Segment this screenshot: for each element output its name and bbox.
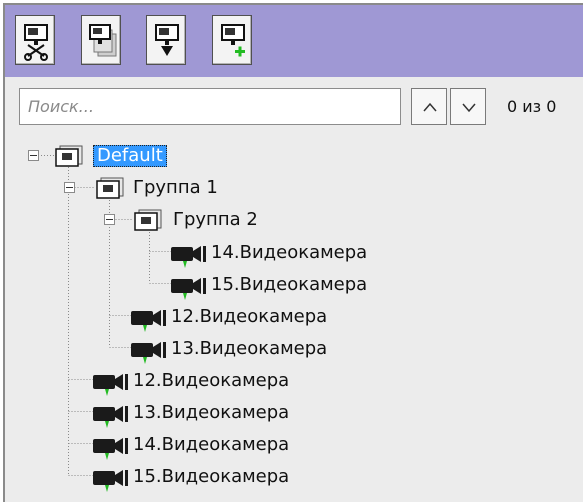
tree-node-label[interactable]: 12.Видеокамера bbox=[133, 370, 289, 392]
video-camera-icon bbox=[93, 470, 128, 492]
search-match-counter: 0 из 0 bbox=[507, 97, 557, 116]
tree-node-label[interactable]: 14.Видеокамера bbox=[211, 242, 367, 264]
search-prev-button[interactable] bbox=[411, 88, 447, 125]
tree-node-label[interactable]: 13.Видеокамера bbox=[133, 402, 289, 424]
video-camera-icon bbox=[93, 438, 128, 460]
tree-node-camera[interactable]: 14.Видеокамера bbox=[169, 239, 429, 269]
camera-cut-icon bbox=[24, 24, 48, 61]
copy-camera-button[interactable] bbox=[81, 15, 121, 65]
tree-node-label[interactable]: Группа 1 bbox=[133, 177, 218, 199]
collapse-toggle[interactable] bbox=[28, 150, 39, 161]
collapse-toggle[interactable] bbox=[104, 214, 115, 225]
camera-move-down-icon bbox=[155, 24, 179, 56]
camera-stack-icon bbox=[89, 24, 117, 57]
group-icon bbox=[96, 177, 124, 199]
search-input[interactable] bbox=[19, 88, 401, 125]
tree-node-camera[interactable]: 15.Видеокамера bbox=[91, 463, 351, 493]
camera-tree: Default Группа 1 Группа 2 14.Видеокамера… bbox=[5, 135, 583, 504]
collapse-toggle[interactable] bbox=[64, 182, 75, 193]
video-camera-icon bbox=[171, 278, 206, 300]
tree-node-camera[interactable]: 14.Видеокамера bbox=[91, 431, 351, 461]
video-camera-icon bbox=[131, 310, 166, 332]
chevron-up-icon bbox=[423, 102, 437, 112]
tree-node-label[interactable]: Default bbox=[93, 145, 167, 167]
tree-node-label[interactable]: 15.Видеокамера bbox=[211, 274, 367, 296]
tree-node-camera[interactable]: 12.Видеокамера bbox=[91, 367, 351, 397]
tree-node-label[interactable]: Группа 2 bbox=[173, 209, 258, 231]
toolbar bbox=[5, 5, 583, 77]
cut-camera-button[interactable] bbox=[15, 15, 55, 65]
camera-tree-panel: 0 из 0 bbox=[3, 3, 583, 502]
group-icon bbox=[55, 145, 83, 167]
tree-node-camera[interactable]: 12.Видеокамера bbox=[129, 303, 389, 333]
tree-node-camera[interactable]: 13.Видеокамера bbox=[91, 399, 351, 429]
tree-node-label[interactable]: 13.Видеокамера bbox=[171, 338, 327, 360]
video-camera-icon bbox=[93, 406, 128, 428]
tree-node-group[interactable]: Группа 2 bbox=[99, 207, 299, 237]
add-camera-button[interactable] bbox=[212, 15, 252, 65]
tree-node-default[interactable]: Default bbox=[23, 143, 223, 173]
video-camera-icon bbox=[171, 246, 206, 268]
tree-node-group[interactable]: Группа 1 bbox=[59, 175, 259, 205]
group-icon bbox=[134, 209, 162, 231]
move-camera-button[interactable] bbox=[146, 15, 186, 65]
tree-node-label[interactable]: 12.Видеокамера bbox=[171, 306, 327, 328]
video-camera-icon bbox=[93, 374, 128, 396]
search-next-button[interactable] bbox=[450, 88, 486, 125]
chevron-down-icon bbox=[462, 103, 476, 113]
camera-add-icon bbox=[221, 24, 245, 57]
tree-node-camera[interactable]: 15.Видеокамера bbox=[169, 271, 429, 301]
tree-node-label[interactable]: 15.Видеокамера bbox=[133, 466, 289, 488]
tree-node-label[interactable]: 14.Видеокамера bbox=[133, 434, 289, 456]
tree-node-camera[interactable]: 13.Видеокамера bbox=[129, 335, 389, 365]
video-camera-icon bbox=[131, 342, 166, 364]
